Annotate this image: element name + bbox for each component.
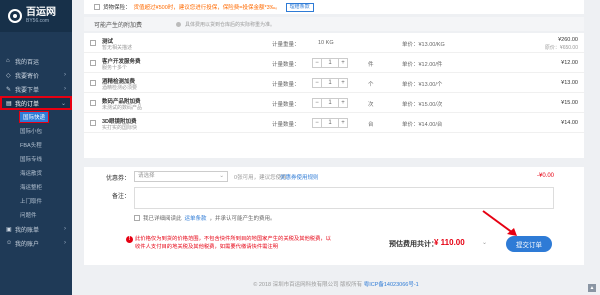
user-icon: ☺ [6,240,13,246]
sidebar-sub-pickup[interactable]: 上门取件 [0,194,72,208]
chevron-right-icon: › [64,86,66,92]
sidebar-item-my-account[interactable]: ☺ 我的账户 › [0,236,72,250]
edit-icon: ✎ [6,87,12,93]
decrement-button[interactable]: − [312,58,322,68]
orders-icon: ▤ [6,101,12,107]
increment-button[interactable]: + [338,78,348,88]
estimate-total: ¥ 110.00 [434,238,465,247]
addon-note: 具体费用以货到仓库后的实际称重为准。 [185,21,276,28]
quantity-stepper: − 1 + [312,58,348,68]
search-icon: ◇ [6,73,11,79]
agreement-row: 我已详细阅读此 运单条款 ，并承认可能产生的费用。 [134,214,276,222]
chevron-right-icon: › [64,226,66,232]
quantity-stepper: − 1 + [312,78,348,88]
addon-checkbox[interactable] [90,80,96,86]
order-panel: 优惠券： 请选择 ⌄ 0张可用，建议您使用 优惠券使用规则 -¥0.00 备注：… [84,167,584,265]
sidebar-item-place-order[interactable]: ✎ 我要下单 › [0,82,72,96]
addon-checkbox[interactable] [90,120,96,126]
increment-button[interactable]: + [338,98,348,108]
logo[interactable]: 百运网 BY56.com [0,0,72,32]
remark-label: 备注： [112,194,131,200]
decrement-button[interactable]: − [312,78,322,88]
insurance-label: 货物保险： [103,5,131,11]
price-warning: ! 此价格仅为到货的价格范围，不包含快件所到目的地国家产生的关税及其他税费，以收… [126,235,331,251]
coupon-rules-link[interactable]: 优惠券使用规则 [280,173,319,181]
insurance-bar: 货物保险： 货值超过¥500时，建议您进行投保，保险费=投保金额*3‰。 理赔条… [84,0,584,14]
home-icon: ⌂ [6,58,10,64]
insurance-text: 货值超过¥500时，建议您进行投保，保险费=投保金额*3‰。 [133,5,281,11]
warning-icon: ! [126,236,133,243]
coupon-select[interactable]: 请选择 ⌄ [134,171,228,182]
quantity-stepper: − 1 + [312,98,348,108]
chevron-right-icon: › [64,72,66,78]
sidebar-sub-sea-fcl[interactable]: 海运整柜 [0,180,72,194]
sidebar-item-my-orders[interactable]: ▤ 我的订单 ⌄ [0,96,72,110]
claim-terms-button[interactable]: 理赔条款 [285,2,314,12]
scroll-top-button[interactable]: ▲ [588,284,596,292]
submit-order-button[interactable]: 提交订单 [506,236,552,252]
bill-icon: ▣ [6,227,12,233]
logo-icon [8,9,22,23]
addon-title: 可能产生的附加费 [94,22,143,29]
chevron-down-icon: ⌄ [219,173,224,179]
sidebar-sub-issues[interactable]: 问题件 [0,208,72,222]
sidebar-item-quote[interactable]: ◇ 我要寄价 › [0,68,72,82]
agreement-checkbox[interactable] [134,215,140,221]
addon-row: 测试 暂无相关描述 计量重量： 10 KG 单价：¥13.00/KG ¥260.… [84,33,584,53]
sidebar-sub-intl-express[interactable]: 国际快递 [0,110,72,124]
sidebar-item-my-bills[interactable]: ▣ 我的账单 › [0,222,72,236]
addon-row: 3D眼镜附加费 实打实的国际快 计量数量： − 1 + 台 单价：¥14.00/… [84,113,584,133]
addon-checkbox[interactable] [90,60,96,66]
addon-checkbox[interactable] [90,40,96,46]
coupon-discount: -¥0.00 [536,173,554,179]
addon-list: 测试 暂无相关描述 计量重量： 10 KG 单价：¥13.00/KG ¥260.… [84,33,584,158]
addon-row: 数码产品附加费 未测试的数码产品 计量数量： − 1 + 次 单价：¥15.00… [84,93,584,113]
decrement-button[interactable]: − [312,98,322,108]
quantity-stepper: − 1 + [312,118,348,128]
insurance-checkbox[interactable] [94,4,100,10]
pointer-arrow-icon [482,210,517,236]
sidebar: 百运网 BY56.com ⌂ 我的百运 ◇ 我要寄价 › ✎ 我要下单 › ▤ … [0,0,72,295]
estimate-label: 预估费用共计： [389,241,438,248]
sidebar-item-home[interactable]: ⌂ 我的百运 [0,54,72,68]
coupon-label: 优惠券： [106,176,131,182]
increment-button[interactable]: + [338,118,348,128]
logo-domain: BY56.com [26,18,50,24]
chevron-right-icon: › [64,240,66,246]
addon-row: 酒精检测加费 酒精检测必须要 计量数量： − 1 + 个 单价：¥13.00/个… [84,73,584,93]
increment-button[interactable]: + [338,58,348,68]
info-icon [176,21,182,27]
icp-link[interactable]: 粤ICP备14023066号-1 [364,282,419,288]
main-content: 货物保险： 货值超过¥500时，建议您进行投保，保险费=投保金额*3‰。 理赔条… [72,0,600,295]
addon-checkbox[interactable] [90,100,96,106]
sidebar-sub-fba[interactable]: FBA头程 [0,138,72,152]
logo-name: 百运网 [26,7,56,18]
sidebar-sub-intl-line[interactable]: 国际专线 [0,152,72,166]
waybill-terms-link[interactable]: 运单条款 [185,214,207,222]
remark-textarea[interactable] [134,187,554,209]
coupon-hint: 0张可用，建议您使用 [234,175,287,181]
chevron-down-icon[interactable]: ⌄ [482,239,487,246]
decrement-button[interactable]: − [312,118,322,128]
addon-row: 客户开发服务费 服务十多个 计量数量： − 1 + 件 单价：¥12.00/件 … [84,53,584,73]
sidebar-sub-sea-lcl[interactable]: 海运散货 [0,166,72,180]
addon-header: 可能产生的附加费 具体费用以货到仓库后的实际称重为准。 [84,17,584,31]
footer: © 2018 深圳市百运网科技有限公司 版权所有 粤ICP备14023066号-… [253,282,419,288]
sidebar-sub-intl-parcel[interactable]: 国际小包 [0,124,72,138]
chevron-down-icon: ⌄ [60,100,66,107]
